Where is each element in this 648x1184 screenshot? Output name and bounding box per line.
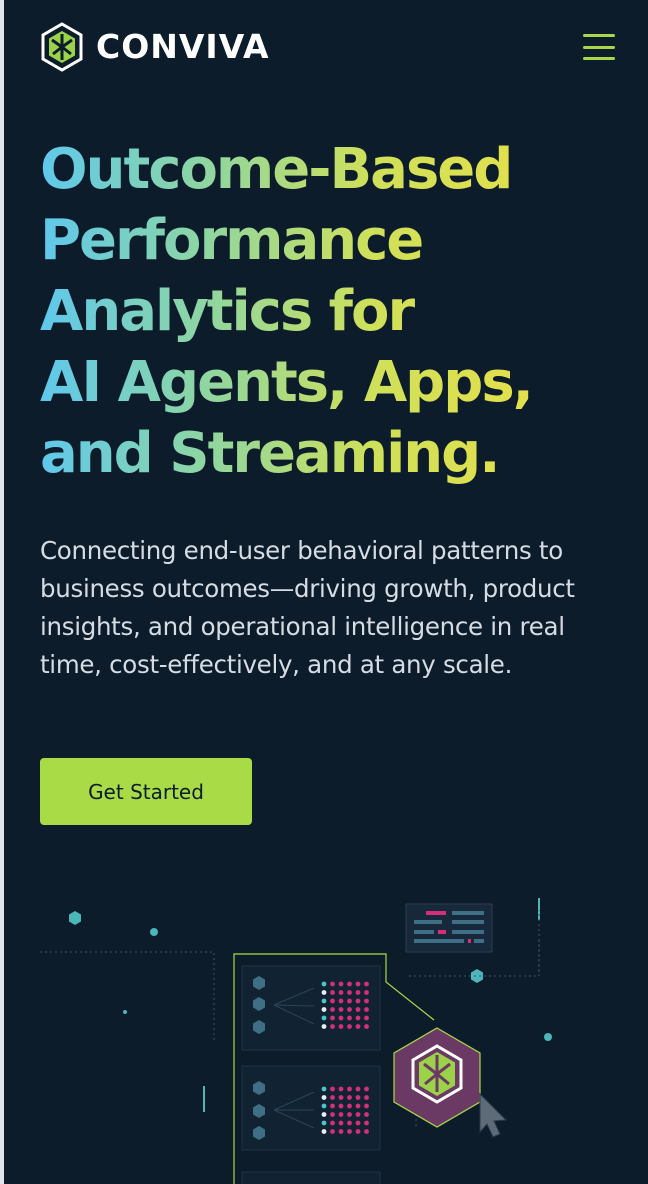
matrix-dot [321,981,327,987]
matrix-dot [338,1129,344,1134]
hexagon-node-icon [69,911,81,925]
matrix-dot [364,1007,369,1012]
matrix-dot [347,981,352,987]
matrix-dot [330,1129,335,1134]
hero-subtitle: Connecting end-user behavioral patterns … [40,536,575,679]
site-header: CONVIVA [4,0,648,96]
hero-title-line: Analytics for [40,279,414,344]
matrix-dot [321,1120,327,1126]
matrix-dot [338,1095,344,1100]
matrix-dot [364,998,369,1004]
matrix-dot [330,1103,335,1109]
matrix-dot [347,1112,352,1117]
matrix-dot [338,1024,344,1029]
matrix-dot [347,1024,352,1029]
conviva-badge-icon [393,1027,481,1128]
matrix-dot [338,1103,344,1109]
matrix-dot [338,1120,344,1126]
matrix-dot [330,1112,335,1117]
matrix-dot [364,1120,369,1126]
hero-title-line: AI Agents, Apps, [40,350,532,415]
hexagon-node-icon [471,969,483,983]
analytics-illustration [40,898,552,1184]
hero-title-line: and Streaming. [40,421,499,486]
matrix-dot [355,998,361,1004]
hero-title-line: Outcome-Based [40,137,512,202]
matrix-dot [321,1024,327,1029]
matrix-dot [355,1086,361,1092]
conviva-logo-icon [41,22,83,72]
brand-name: CONVIVA [96,27,270,66]
dashboard-panel-icon [405,903,493,953]
matrix-dot [321,1103,327,1109]
matrix-dot [321,1015,327,1021]
matrix-dot [355,1024,361,1029]
matrix-dot [321,1129,327,1134]
matrix-dot [355,990,361,995]
dot [544,1033,552,1041]
matrix-dot [330,990,335,995]
matrix-dot [321,998,327,1004]
matrix-dot [355,981,361,987]
get-started-button[interactable]: Get Started [40,758,252,825]
matrix-dot [330,998,335,1004]
matrix-dot [364,1015,369,1021]
matrix-dot [364,1103,369,1109]
matrix-dot [364,1095,369,1100]
dot [150,928,158,936]
matrix-dot [338,990,344,995]
matrix-dot [338,1112,344,1117]
matrix-dot [364,1024,369,1029]
matrix-dot [347,1015,352,1021]
hamburger-menu-icon[interactable] [580,30,618,64]
matrix-dot [321,990,327,995]
matrix-dot [321,1095,327,1100]
matrix-dot [364,981,369,987]
matrix-dot [338,981,344,987]
matrix-dot [347,1007,352,1012]
cursor-icon [479,1092,508,1138]
matrix-dot [355,1112,361,1117]
hero-title-line: Performance [40,208,423,273]
matrix-dot [364,1112,369,1117]
matrix-dot [355,1095,361,1100]
matrix-dot [330,1015,335,1021]
matrix-dot [347,1095,352,1100]
matrix-dot [330,1095,335,1100]
matrix-dot [330,1120,335,1126]
matrix-dot [321,1007,327,1012]
matrix-dot [338,1015,344,1021]
matrix-dot [364,1086,369,1092]
matrix-dot [330,1024,335,1029]
matrix-dot [330,981,335,987]
matrix-dot [355,1103,361,1109]
matrix-dot [347,1086,352,1092]
matrix-dot [338,998,344,1004]
matrix-dot [347,1103,352,1109]
matrix-dot [347,1129,352,1134]
matrix-dot [347,998,352,1004]
matrix-dot [355,1007,361,1012]
hero-title: Outcome-Based Performance Analytics for … [40,134,640,489]
matrix-dot [355,1120,361,1126]
dot [123,1010,127,1014]
matrix-dot [330,1007,335,1012]
matrix-dot [364,1129,369,1134]
matrix-dot [364,990,369,995]
matrix-dot [321,1086,327,1092]
matrix-dot [347,1120,352,1126]
brand-logo[interactable]: CONVIVA [40,22,270,72]
matrix-dot [355,1015,361,1021]
matrix-dot [330,1086,335,1092]
matrix-dot [321,1112,327,1117]
page: CONVIVA Outcome-Based Performance Analyt… [0,0,648,1184]
matrix-dot [338,1086,344,1092]
matrix-dot [347,990,352,995]
matrix-dot [355,1129,361,1134]
matrix-dot [338,1007,344,1012]
